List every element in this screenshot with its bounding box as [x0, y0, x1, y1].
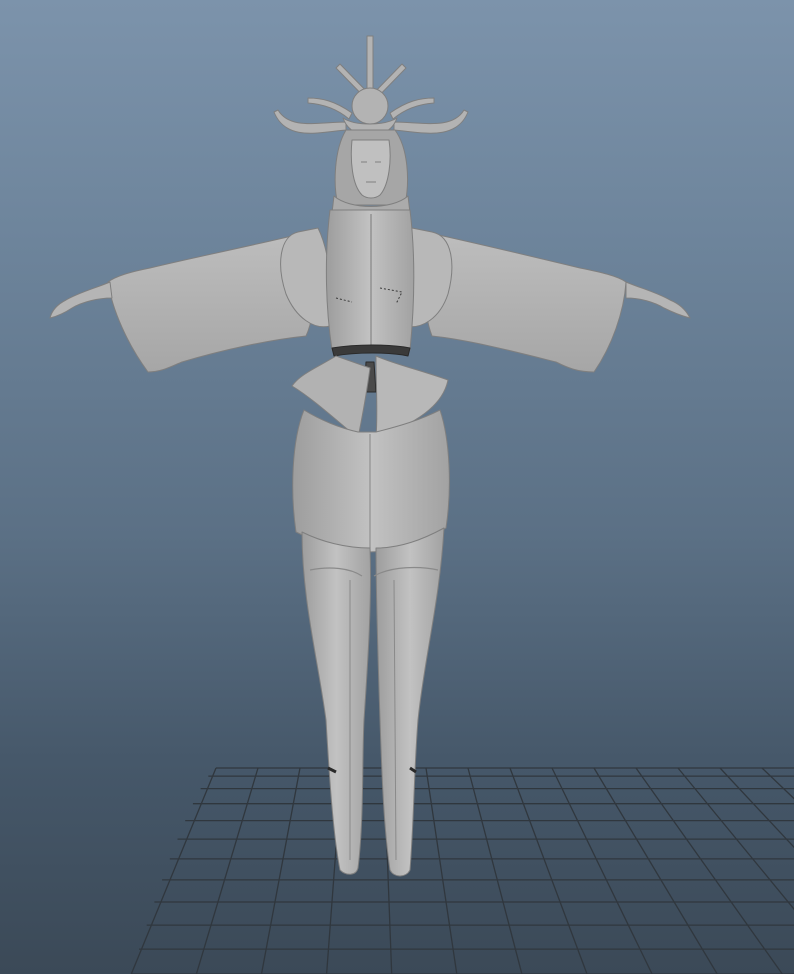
left-leg[interactable]: [301, 531, 372, 875]
right-sleeve[interactable]: [424, 233, 627, 373]
skirt[interactable]: [292, 409, 450, 553]
headdress[interactable]: [273, 35, 469, 138]
ground-grid: [130, 767, 794, 974]
viewport-panel[interactable]: [0, 0, 794, 974]
character-model[interactable]: [49, 35, 691, 877]
belt: [331, 344, 411, 357]
left-hand: [49, 281, 113, 319]
right-hand: [625, 281, 691, 319]
scene-canvas[interactable]: [0, 0, 794, 974]
torso[interactable]: [325, 209, 415, 351]
